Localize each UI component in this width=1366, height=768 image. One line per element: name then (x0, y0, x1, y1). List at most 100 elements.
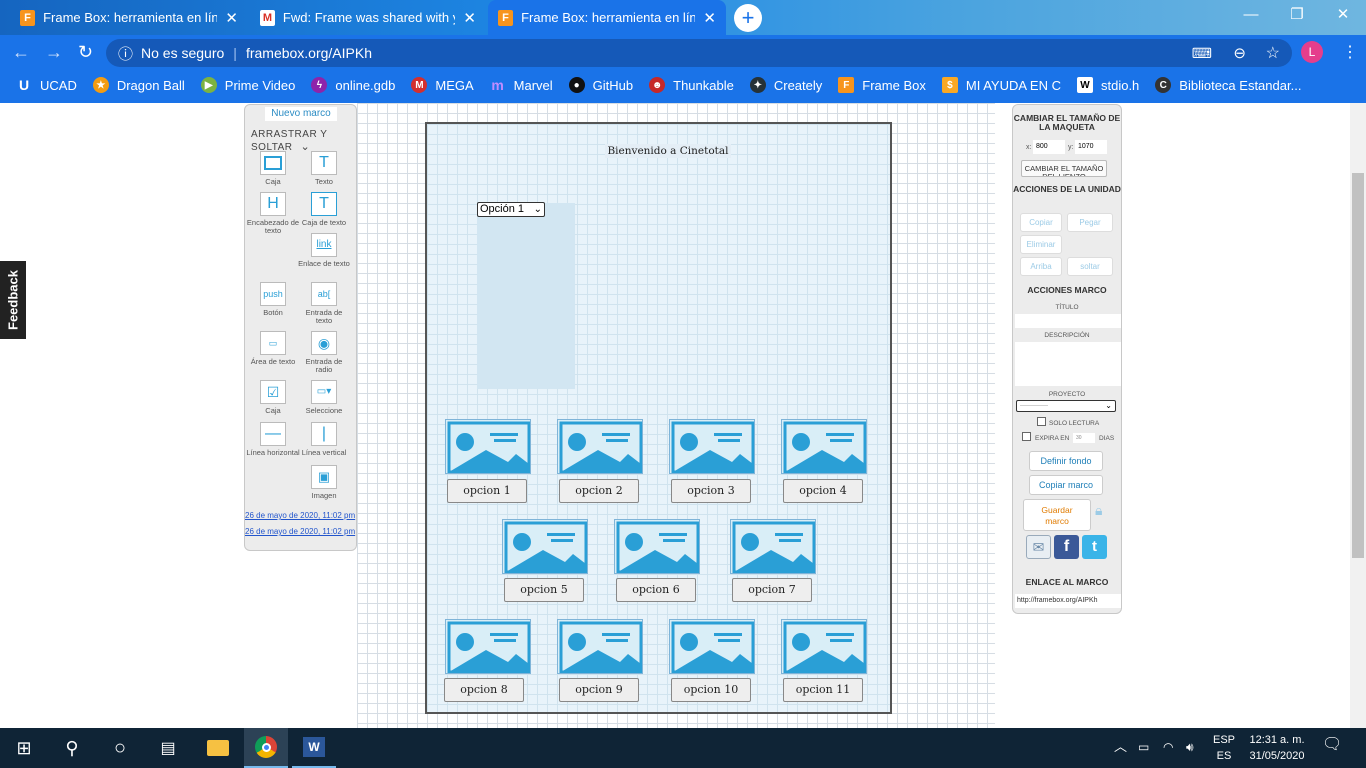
bookmark-stdio[interactable]: Wstdio.h (1076, 77, 1139, 93)
bookmark-miayuda[interactable]: $ MI AYUDA EN C (941, 77, 1061, 93)
task-view-icon[interactable]: ▤ (144, 728, 192, 768)
notifications-icon[interactable]: 🗨︎ (1322, 737, 1342, 753)
tool-textarea[interactable]: ▭ Área de texto (246, 331, 300, 366)
page-scrollbar[interactable] (1350, 103, 1366, 728)
tool-link[interactable]: link Enlace de texto (297, 233, 351, 268)
tool-select[interactable]: ▭▾ Seleccione (297, 380, 351, 415)
tool-heading[interactable]: H Encabezado de texto (246, 192, 300, 235)
maximize-button[interactable]: ❐ (1274, 0, 1320, 30)
image-placeholder-9[interactable] (557, 619, 643, 674)
translate-icon[interactable]: ⌨ (1192, 45, 1212, 62)
set-background-button[interactable]: Definir fondo (1029, 451, 1103, 471)
history-date-link[interactable]: 26 de mayo de 2020, 11:02 pm (245, 511, 355, 520)
image-placeholder-6[interactable] (614, 519, 700, 574)
tool-button[interactable]: push Botón (246, 282, 300, 317)
option-button-3[interactable]: opcion 3 (671, 479, 751, 503)
image-placeholder-2[interactable] (557, 419, 643, 474)
lock-icon[interactable]: 🔒︎ (1095, 502, 1102, 519)
tab-framebox-1[interactable]: F Frame Box: herramienta en línea ✕ (10, 0, 248, 35)
delete-button[interactable]: Eliminar (1020, 235, 1062, 254)
new-tab-button[interactable]: + (734, 4, 762, 32)
bookmark-creately[interactable]: ✦ Creately (749, 77, 822, 93)
option-button-5[interactable]: opcion 5 (504, 578, 584, 602)
save-frame-button[interactable]: Guardar marco (1023, 499, 1091, 531)
expires-checkbox[interactable] (1022, 432, 1031, 441)
tool-textbox[interactable]: T Caja de texto (297, 192, 351, 227)
image-placeholder-4[interactable] (781, 419, 867, 474)
battery-icon[interactable]: ▭ (1138, 739, 1149, 755)
volume-icon[interactable]: 🔊︎ (1186, 739, 1194, 755)
tool-text[interactable]: T Texto (297, 151, 351, 186)
bookmark-framebox[interactable]: F Frame Box (838, 77, 926, 93)
history-date-link[interactable]: 26 de mayo de 2020, 11:02 pm (245, 527, 355, 536)
tool-checkbox[interactable]: ☑ Caja (246, 380, 300, 415)
bookmark-github[interactable]: ● GitHub (568, 77, 633, 93)
forward-icon[interactable]: → (45, 42, 63, 63)
bookmark-dragonball[interactable]: ★ Dragon Ball (92, 77, 185, 93)
info-icon[interactable]: ⓘ (118, 43, 133, 64)
tool-hline[interactable]: — Línea horizontal (246, 422, 300, 457)
minimize-button[interactable]: — (1228, 0, 1274, 30)
mockup-canvas[interactable]: Bienvenido a Cinetotal Opción 1 ⌄ opcion … (425, 122, 892, 714)
option-button-11[interactable]: opcion 11 (783, 678, 863, 702)
zoom-icon[interactable]: ⊖ (1233, 44, 1246, 62)
language-indicator[interactable]: ESP ES (1212, 732, 1236, 764)
windows-start-icon[interactable]: ⊞ (0, 728, 48, 768)
title-input[interactable] (1015, 314, 1121, 328)
option-button-8[interactable]: opcion 8 (444, 678, 524, 702)
option-button-4[interactable]: opcion 4 (783, 479, 863, 503)
option-button-1[interactable]: opcion 1 (447, 479, 527, 503)
bookmark-mega[interactable]: M MEGA (411, 77, 474, 93)
option-button-2[interactable]: opcion 2 (559, 479, 639, 503)
twitter-share-icon[interactable]: t (1082, 535, 1107, 559)
tool-image[interactable]: ▣ Imagen (297, 465, 351, 500)
clock[interactable]: 12:31 a. m. 31/05/2020 (1246, 732, 1308, 764)
tab-gmail[interactable]: M Fwd: Frame was shared with you ✕ (250, 0, 486, 35)
resize-canvas-button[interactable]: CAMBIAR EL TAMAÑO DEL LIENZO (1021, 160, 1107, 177)
bookmark-primevideo[interactable]: ▶ Prime Video (200, 77, 295, 93)
option-button-7[interactable]: opcion 7 (732, 578, 812, 602)
bookmark-biblioteca[interactable]: C Biblioteca Estandar... (1155, 77, 1301, 93)
option-button-6[interactable]: opcion 6 (616, 578, 696, 602)
frame-link-input[interactable]: http://framebox.org/AIPKh (1015, 594, 1121, 608)
image-placeholder-7[interactable] (730, 519, 816, 574)
drag-drop-title[interactable]: ARRASTRAR Y SOLTAR ⌄ (251, 129, 356, 153)
bookmark-thunkable[interactable]: ☻ Thunkable (649, 77, 734, 93)
cortana-icon[interactable]: ○ (96, 728, 144, 768)
project-select[interactable]: -------------- ⌄ (1016, 400, 1116, 412)
feedback-tab[interactable]: Feedback (0, 261, 26, 339)
paste-button[interactable]: Pegar (1067, 213, 1113, 232)
file-explorer-icon[interactable] (196, 728, 240, 768)
url-text[interactable]: framebox.org/AIPKh (246, 45, 372, 61)
new-frame-button[interactable]: Nuevo marco (265, 107, 337, 121)
description-textarea[interactable] (1015, 342, 1121, 386)
back-icon[interactable]: ← (12, 42, 30, 63)
close-tab-icon[interactable]: ✕ (703, 9, 716, 27)
image-placeholder-10[interactable] (669, 619, 755, 674)
option-button-9[interactable]: opcion 9 (559, 678, 639, 702)
address-bar[interactable]: ⓘ No es seguro | framebox.org/AIPKh ⌨ ⊖ … (106, 39, 1292, 67)
image-placeholder-1[interactable] (445, 419, 531, 474)
drop-button[interactable]: soltar (1067, 257, 1113, 276)
selection-area[interactable] (477, 203, 575, 389)
close-window-button[interactable]: ✕ (1320, 0, 1366, 30)
option-select[interactable]: Opción 1 ⌄ (477, 202, 545, 217)
reload-icon[interactable]: ↻ (78, 42, 93, 63)
bookmark-star-icon[interactable]: ☆ (1266, 43, 1280, 63)
option-button-10[interactable]: opcion 10 (671, 678, 751, 702)
image-placeholder-11[interactable] (781, 619, 867, 674)
chrome-taskbar-icon[interactable] (244, 728, 288, 768)
show-hidden-icons[interactable]: ︿ (1114, 739, 1127, 755)
read-only-checkbox[interactable] (1037, 417, 1046, 426)
welcome-text[interactable]: Bienvenido a Cinetotal (605, 144, 731, 158)
wifi-icon[interactable]: ◠ (1163, 739, 1173, 755)
tool-box[interactable]: Caja (246, 151, 300, 186)
scrollbar-thumb[interactable] (1352, 173, 1364, 558)
height-input[interactable]: 1070 (1075, 140, 1107, 154)
menu-dots-icon[interactable]: ⋮ (1342, 42, 1358, 62)
facebook-share-icon[interactable]: f (1054, 535, 1079, 559)
image-placeholder-8[interactable] (445, 619, 531, 674)
copy-button[interactable]: Copiar (1020, 213, 1062, 232)
search-icon[interactable]: ⚲ (48, 728, 96, 768)
tool-text-input[interactable]: ab[Entrada de texto (297, 282, 351, 325)
